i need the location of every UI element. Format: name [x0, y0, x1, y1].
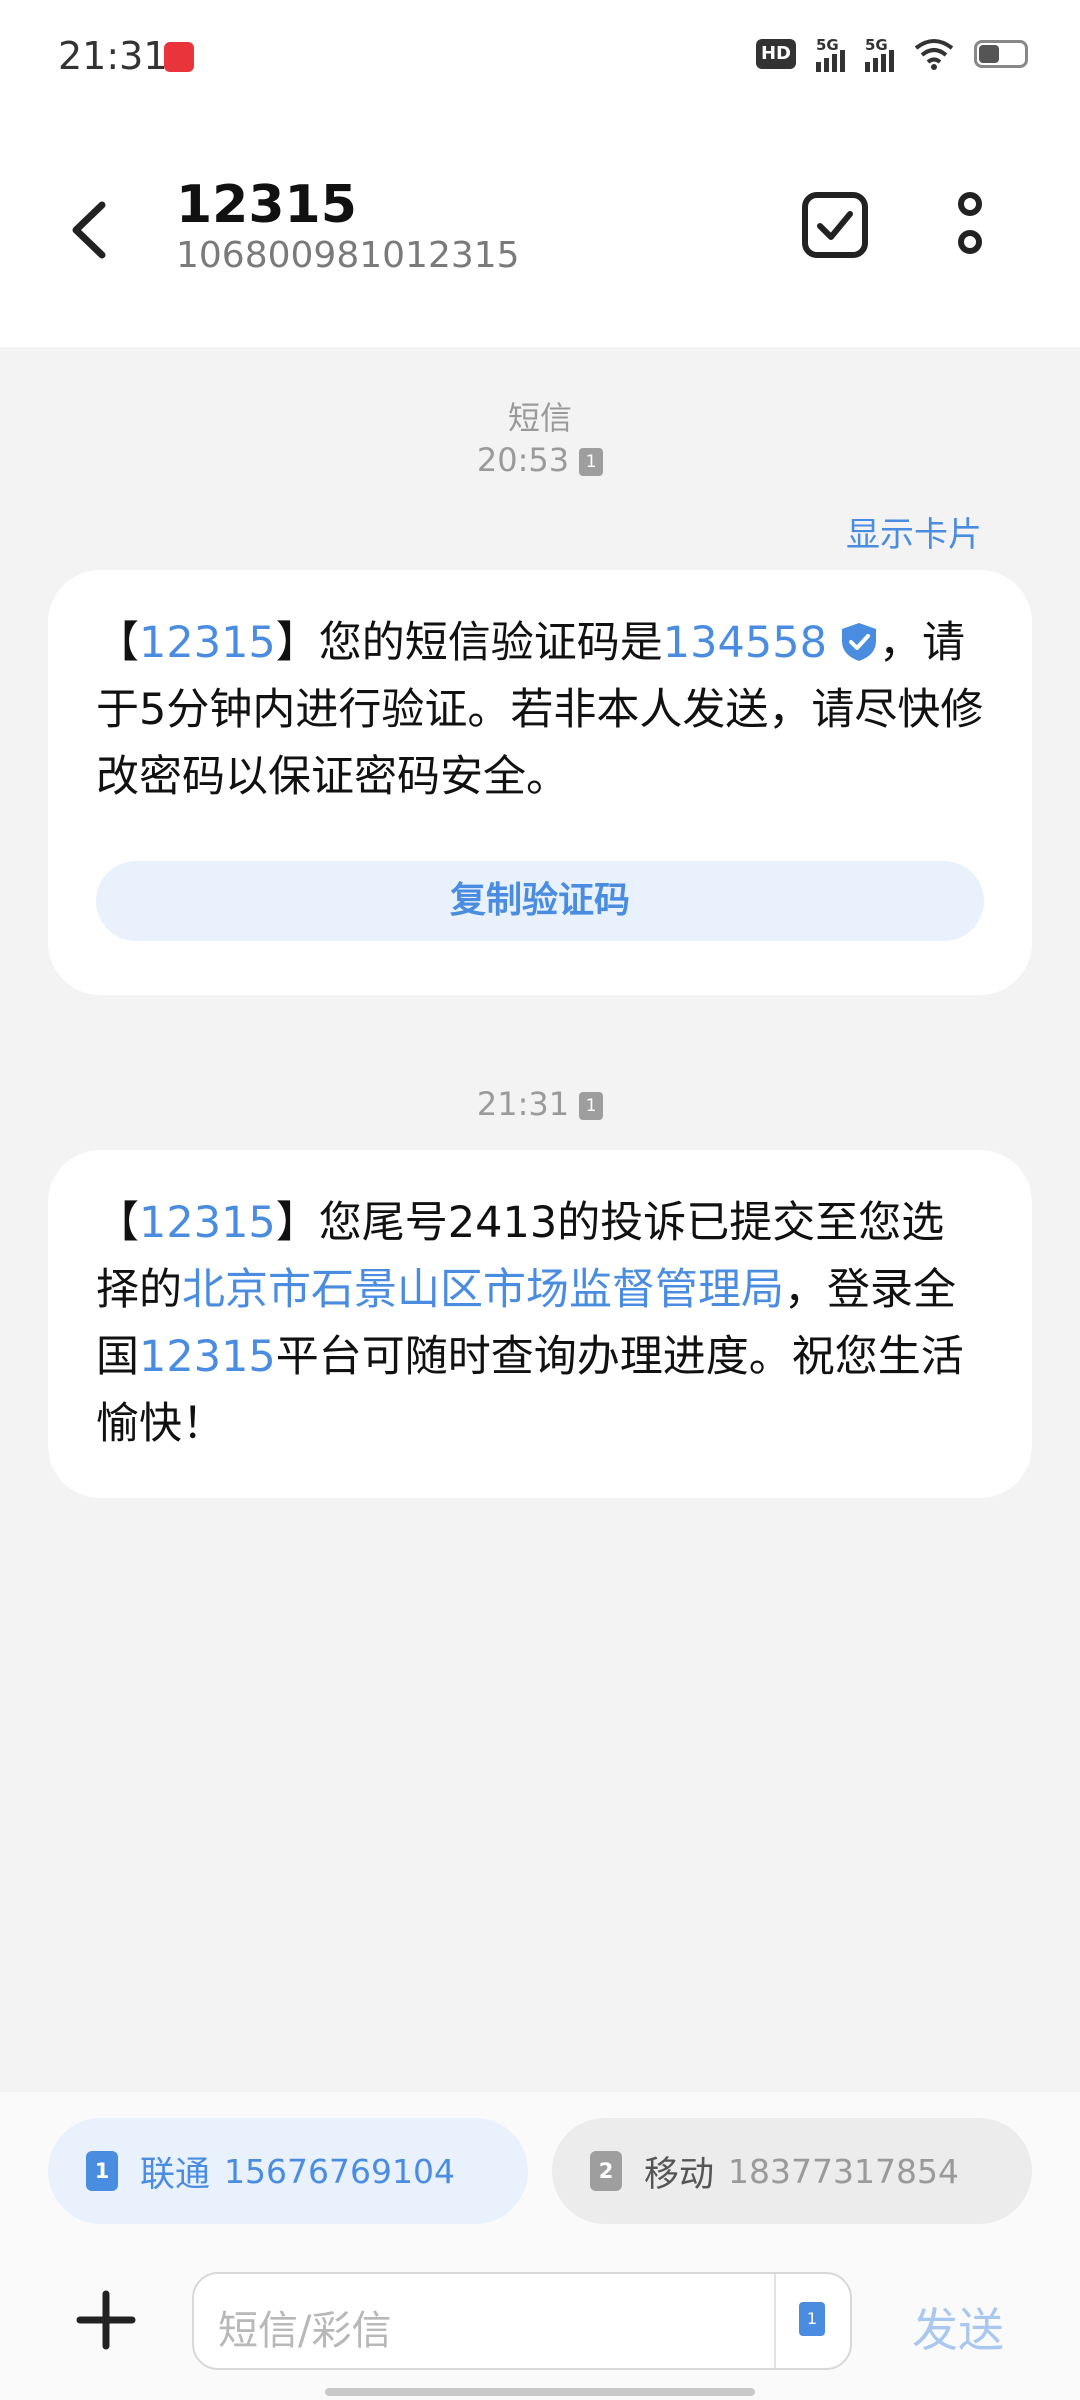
signal-icon-sim2: 5G [865, 36, 894, 72]
message-bubble-complaint[interactable]: 【12315】您尾号2413的投诉已提交至您选择的北京市石景山区市场监督管理局，… [48, 1150, 1032, 1498]
sim-switch-icon[interactable]: 1 [799, 2302, 825, 2336]
wifi-icon [914, 39, 954, 70]
message-timestamp: 20:53 1 [0, 441, 1080, 479]
hd-voice-icon: HD [756, 39, 796, 69]
more-options-icon[interactable] [945, 190, 995, 260]
show-card-link[interactable]: 显示卡片 [846, 507, 982, 556]
status-bar: 21:31 HD 5G 5G [0, 0, 1080, 120]
message-thread[interactable]: 短信 20:53 1 显示卡片 【12315】您的短信验证码是134558 ，请于… [0, 347, 1080, 2092]
text-segment: 【 [96, 1198, 139, 1248]
text-segment: 【 [96, 618, 139, 668]
timestamp-text: 20:53 [476, 441, 570, 479]
message-composer: 短信/彩信 1 发送 [0, 2232, 1080, 2400]
contact-number: 106800981012315 [176, 235, 520, 276]
conversation-header: 12315 106800981012315 [0, 120, 1080, 347]
sim1-carrier: 联通 [140, 2154, 211, 2195]
number-link[interactable]: 12315 [139, 1198, 276, 1248]
timestamp-text: 21:31 [476, 1085, 570, 1123]
input-divider [774, 2274, 776, 2368]
sim-card-icon: 1 [579, 448, 604, 476]
back-button[interactable] [58, 185, 118, 275]
copy-code-button[interactable]: 复制验证码 [96, 861, 984, 941]
message-bubble-verification[interactable]: 【12315】您的短信验证码是134558 ，请于5分钟内进行验证。若非本人发送… [48, 570, 1032, 995]
verified-shield-icon [841, 623, 876, 661]
input-placeholder: 短信/彩信 [218, 2308, 392, 2354]
send-button[interactable]: 发送 [912, 2294, 1004, 2360]
verification-code[interactable]: 134558 [663, 618, 827, 668]
sim1-icon: 1 [86, 2151, 118, 2191]
multi-select-check-icon[interactable] [800, 190, 870, 260]
sim1-number: 15676769104 [224, 2151, 455, 2191]
number-link[interactable]: 12315 [139, 618, 276, 668]
battery-icon [974, 40, 1028, 68]
agency-link[interactable]: 北京市石景山区市场监督管理局 [182, 1265, 784, 1315]
message-input[interactable]: 短信/彩信 1 [192, 2272, 852, 2370]
contact-name: 12315 [176, 175, 357, 235]
network-type-sim1: 5G [816, 36, 839, 54]
add-attachment-icon[interactable] [76, 2290, 136, 2350]
message-type-label: 短信 [507, 399, 572, 437]
status-time: 21:31 [58, 34, 168, 78]
message-timestamp: 21:31 1 [0, 1085, 1080, 1123]
sim-card-icon: 1 [579, 1092, 604, 1120]
sim2-carrier: 移动 [644, 2154, 715, 2195]
sim1-chip[interactable]: 1 联通 15676769104 [48, 2118, 528, 2224]
network-type-sim2: 5G [865, 36, 888, 54]
sim-selector: 1 联通 15676769104 2 移动 18377317854 [0, 2092, 1080, 2232]
sim2-chip[interactable]: 2 移动 18377317854 [552, 2118, 1032, 2224]
home-indicator[interactable] [325, 2388, 755, 2396]
notification-app-icon [164, 42, 194, 72]
status-icons: HD 5G 5G [756, 36, 1028, 72]
signal-icon-sim1: 5G [816, 36, 845, 72]
message-text: 【12315】您的短信验证码是134558 ，请于5分钟内进行验证。若非本人发送… [96, 610, 984, 811]
sim2-icon: 2 [590, 2151, 622, 2191]
number-link[interactable]: 12315 [139, 1332, 276, 1382]
sim2-number: 18377317854 [728, 2151, 959, 2191]
message-text: 【12315】您尾号2413的投诉已提交至您选择的北京市石景山区市场监督管理局，… [96, 1190, 984, 1458]
text-segment: 】您的短信验证码是 [275, 618, 663, 668]
